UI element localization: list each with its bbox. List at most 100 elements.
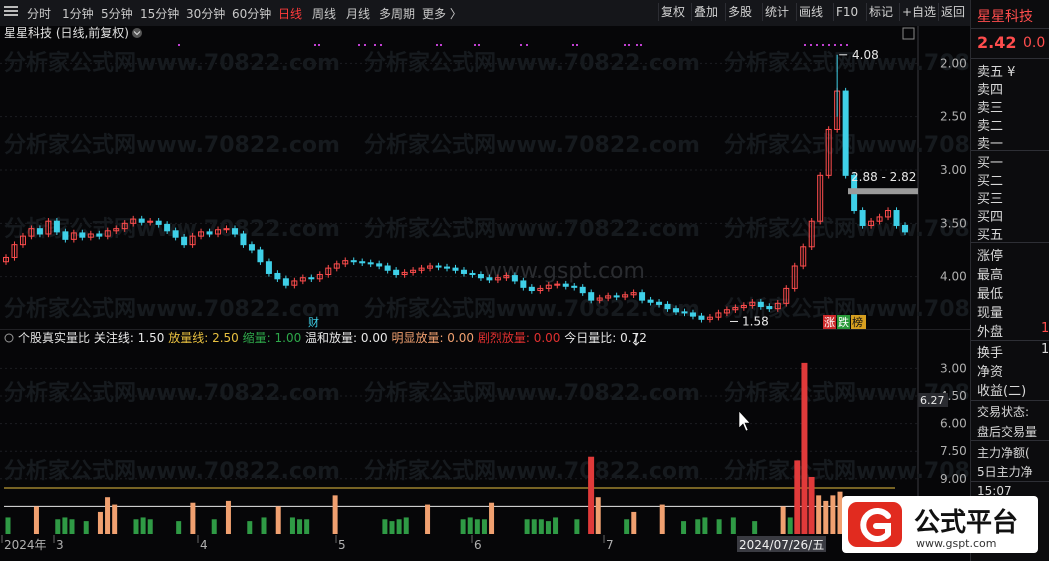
tab-period-8[interactable]: 月线 <box>346 5 370 22</box>
candle-body <box>511 275 518 282</box>
watermark-text: 分析家公式网www.70822.com <box>364 216 700 242</box>
tab-period-7[interactable]: 周线 <box>312 5 336 22</box>
candle-body <box>53 220 60 233</box>
signal-dot <box>828 44 830 46</box>
toolbar-button-6[interactable]: 标记 <box>866 3 895 21</box>
watermark-text: 分析家公式网www.70822.com <box>724 50 970 76</box>
top-toolbar: 分时 1分钟 5分钟 15分钟 30分钟 60分钟 日线 周线 月线 多周期 更多 〉 复权 叠加 多股… <box>0 0 1049 27</box>
high-label: 4.08 <box>852 48 879 62</box>
quote-row-17: 收益(二) <box>977 384 1027 399</box>
volume-bar <box>83 521 89 534</box>
toolbar-button-2[interactable]: 多股 <box>725 3 754 21</box>
outer-volume-value: 1 <box>1041 321 1049 336</box>
candle-body <box>520 280 527 288</box>
volume-bar <box>524 519 530 534</box>
candle-body <box>248 244 255 251</box>
volume-bar <box>332 495 338 534</box>
candle-body <box>367 262 374 265</box>
quote-row-20: 主力净额( <box>977 446 1030 460</box>
candle-body <box>36 228 43 235</box>
quote-separator <box>971 400 1049 401</box>
quote-row-3: 卖二 <box>977 119 1004 134</box>
volume-bar <box>140 517 146 534</box>
volume-bar <box>801 362 808 534</box>
volume-bar <box>823 500 829 534</box>
signal-dot <box>478 44 480 46</box>
toolbar-button-8[interactable]: 返回 <box>938 3 967 21</box>
volume-bar <box>574 519 580 534</box>
signal-dot <box>364 44 366 46</box>
tab-period-2[interactable]: 5分钟 <box>101 5 133 22</box>
candle-body <box>681 311 688 314</box>
volume-bar <box>489 502 495 534</box>
tab-period-9[interactable]: 多周期 <box>379 5 415 22</box>
tab-period-0[interactable]: 分时 <box>27 5 51 22</box>
volume-bar <box>289 517 295 534</box>
signal-dot <box>572 44 574 46</box>
candle-body <box>257 249 264 263</box>
volume-bar <box>553 517 559 534</box>
tab-period-6[interactable]: 日线 <box>278 5 302 22</box>
toolbar-button-0[interactable]: 复权 <box>658 3 687 21</box>
turnover-value: 1 <box>1041 342 1049 357</box>
tab-period-3[interactable]: 15分钟 <box>140 5 179 22</box>
date-label: 5 <box>338 538 346 552</box>
menu-icon[interactable] <box>4 4 18 18</box>
quote-row-14: 外盘 <box>977 325 1004 340</box>
logo-graphic: 公式平台 www.gspt.com <box>848 502 1018 550</box>
bang-label: 榜 <box>852 315 863 329</box>
volume-bar <box>133 519 139 534</box>
quote-row-0: 卖五 ¥ <box>977 65 1016 80</box>
tab-period-1[interactable]: 1分钟 <box>62 5 94 22</box>
signal-dot <box>834 44 836 46</box>
candle-body <box>206 231 213 235</box>
candle-body <box>647 299 654 303</box>
logo-url: www.gspt.com <box>916 537 996 550</box>
volume-bar <box>474 519 480 534</box>
quote-row-18: 交易状态: <box>977 405 1030 419</box>
volume-bar <box>545 521 551 534</box>
candle-body <box>181 236 188 246</box>
candle-body <box>376 263 383 267</box>
y-tick-label: 3.00 <box>940 163 967 177</box>
watermark-site: www.gspt.com <box>484 259 645 284</box>
indicator-param-5: 剧烈放量: 0.00 <box>478 330 564 345</box>
volume-bar <box>261 517 267 534</box>
volume-bar <box>808 476 815 534</box>
indicator-param-4: 明显放量: 0.00 <box>391 330 477 345</box>
candle-body <box>579 286 586 294</box>
stock-name[interactable]: 星星科技 <box>977 6 1033 26</box>
candle-body <box>308 277 315 280</box>
signal-dot <box>374 44 376 46</box>
candlestick-chart[interactable]: 分析家公式网www.70822.com 分析家公式网www.70822.com 分析… <box>0 26 970 356</box>
candle-body <box>96 233 103 237</box>
candle-body <box>689 312 696 317</box>
volume-ratio-chart[interactable]: 分析家公式网www.70822.com 分析家公式网www.70822.com 分析… <box>0 330 970 535</box>
indicator-param-3: 温和放量: 0.00 <box>305 330 391 345</box>
toolbar-button-7[interactable]: +自选 <box>899 3 938 21</box>
candle-body <box>164 223 171 232</box>
candle-body <box>698 315 705 320</box>
y-tick-label: 3.50 <box>940 216 967 230</box>
toolbar-button-5[interactable]: F10 <box>833 3 860 21</box>
indicator-param-1: 放量线: 2.50 <box>168 330 242 345</box>
indicator-legend: 个股真实量比 关注线: 1.50 放量线: 2.50 缩量: 1.00 温和放量… <box>18 330 647 345</box>
toolbar-button-4[interactable]: 画线 <box>796 3 825 21</box>
tab-period-10[interactable]: 更多 〉 <box>422 5 462 22</box>
tab-period-5[interactable]: 60分钟 <box>232 5 271 22</box>
candle-body <box>393 269 400 276</box>
toolbar-button-1[interactable]: 叠加 <box>691 3 720 21</box>
candle-body <box>265 261 272 274</box>
volume-bar <box>304 519 310 534</box>
candle-body <box>477 274 484 279</box>
tab-period-4[interactable]: 30分钟 <box>186 5 225 22</box>
candle-body <box>656 301 663 305</box>
signal-dot <box>810 44 812 46</box>
toolbar-button-3[interactable]: 统计 <box>762 3 791 21</box>
quote-row-8: 买四 <box>977 210 1004 225</box>
quote-separator <box>971 440 1049 441</box>
volume-bar <box>297 519 303 534</box>
y-tick-label: 6.00 <box>940 417 967 431</box>
logo-text: 公式平台 <box>914 507 1018 538</box>
candle-body <box>274 272 281 280</box>
